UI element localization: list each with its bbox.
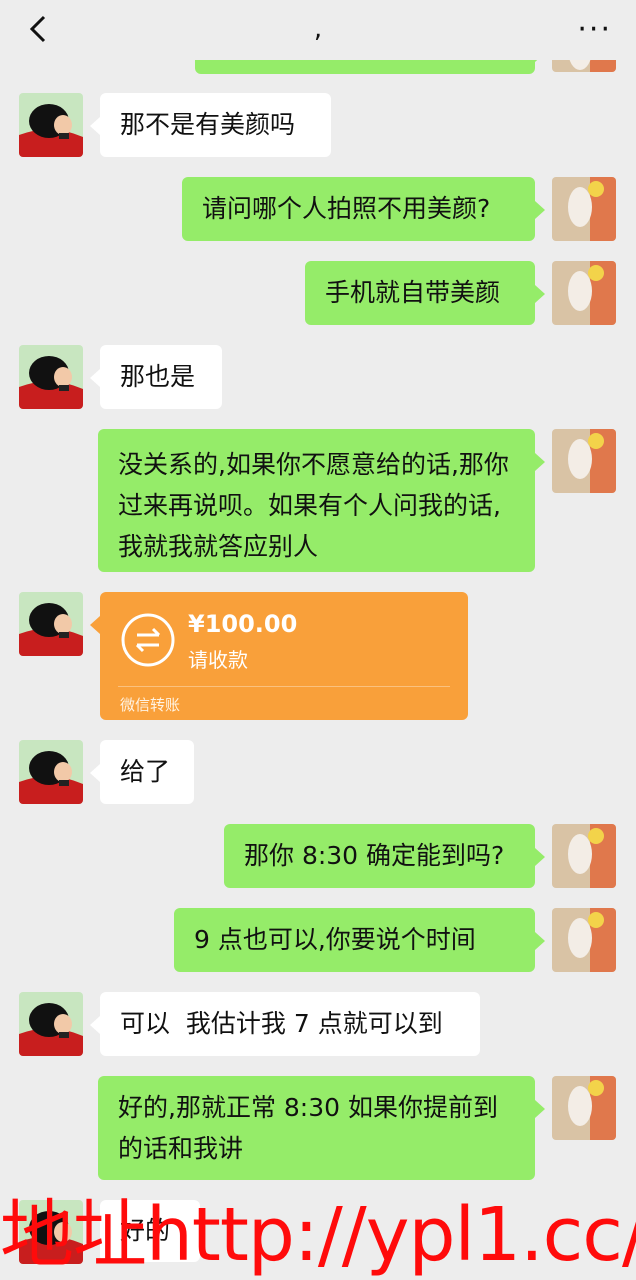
transfer-amount: ¥100.00	[188, 610, 298, 638]
self-avatar[interactable]	[552, 261, 616, 325]
transfer-arrows-icon	[121, 613, 175, 667]
message-text: 那也是	[120, 362, 196, 391]
more-options-icon[interactable]: ···	[577, 12, 612, 47]
self-avatar[interactable]	[552, 429, 616, 493]
contact-avatar[interactable]	[19, 345, 83, 409]
message-bubble-received[interactable]: 那也是	[90, 345, 222, 409]
message-bubble-sent[interactable]: 请问哪个人拍照不用美颜?	[182, 177, 545, 241]
self-avatar[interactable]	[552, 1076, 616, 1140]
message-bubble-received[interactable]: 给了	[90, 740, 194, 804]
message-bubble-sent[interactable]: 手机就自带美颜	[305, 261, 545, 325]
message-text: 请问哪个人拍照不用美颜?	[202, 194, 491, 223]
chat-header: , ···	[0, 0, 636, 60]
message-bubble-sent[interactable]: 好的,那就正常 8:30 如果你提前到的话和我讲	[98, 1076, 545, 1180]
message-bubble-received[interactable]: 那不是有美颜吗	[90, 93, 331, 157]
message-bubble-sent[interactable]: 9 点也可以,你要说个时间	[174, 908, 545, 972]
transfer-footer: 微信转账	[120, 696, 181, 714]
message-bubble-received[interactable]: 可以 我估计我 7 点就可以到	[90, 992, 480, 1056]
message-text: 那不是有美颜吗	[120, 110, 296, 139]
message-text: 那你 8:30 确定能到吗?	[244, 841, 505, 870]
self-avatar[interactable]	[552, 177, 616, 241]
self-avatar[interactable]	[552, 908, 616, 972]
message-text: 给了	[120, 757, 171, 786]
transfer-divider	[118, 686, 450, 687]
contact-avatar[interactable]	[19, 740, 83, 804]
watermark-text: 地址http://ypl1.cc/	[0, 1192, 636, 1278]
self-avatar[interactable]	[552, 824, 616, 888]
chat-title: ,	[313, 14, 323, 44]
message-text: 手机就自带美颜	[325, 278, 501, 307]
contact-avatar[interactable]	[19, 992, 83, 1056]
contact-avatar[interactable]	[19, 93, 83, 157]
message-bubble-sent[interactable]: 没关系的,如果你不愿意给的话,那你过来再说呗。如果有个人问我的话,我就我就答应别…	[98, 429, 545, 572]
message-text: 好的,那就正常 8:30 如果你提前到的话和我讲	[118, 1093, 498, 1163]
transfer-card[interactable]: ¥100.00 请收款 微信转账	[90, 592, 468, 720]
contact-avatar[interactable]	[19, 592, 83, 656]
message-text: 没关系的,如果你不愿意给的话,那你过来再说呗。如果有个人问我的话,我就我就答应别…	[118, 450, 509, 561]
message-text: 可以 我估计我 7 点就可以到	[120, 1009, 443, 1038]
message-text: 9 点也可以,你要说个时间	[194, 925, 476, 954]
transfer-note: 请收款	[188, 648, 248, 672]
message-bubble-sent[interactable]: 那你 8:30 确定能到吗?	[224, 824, 545, 888]
